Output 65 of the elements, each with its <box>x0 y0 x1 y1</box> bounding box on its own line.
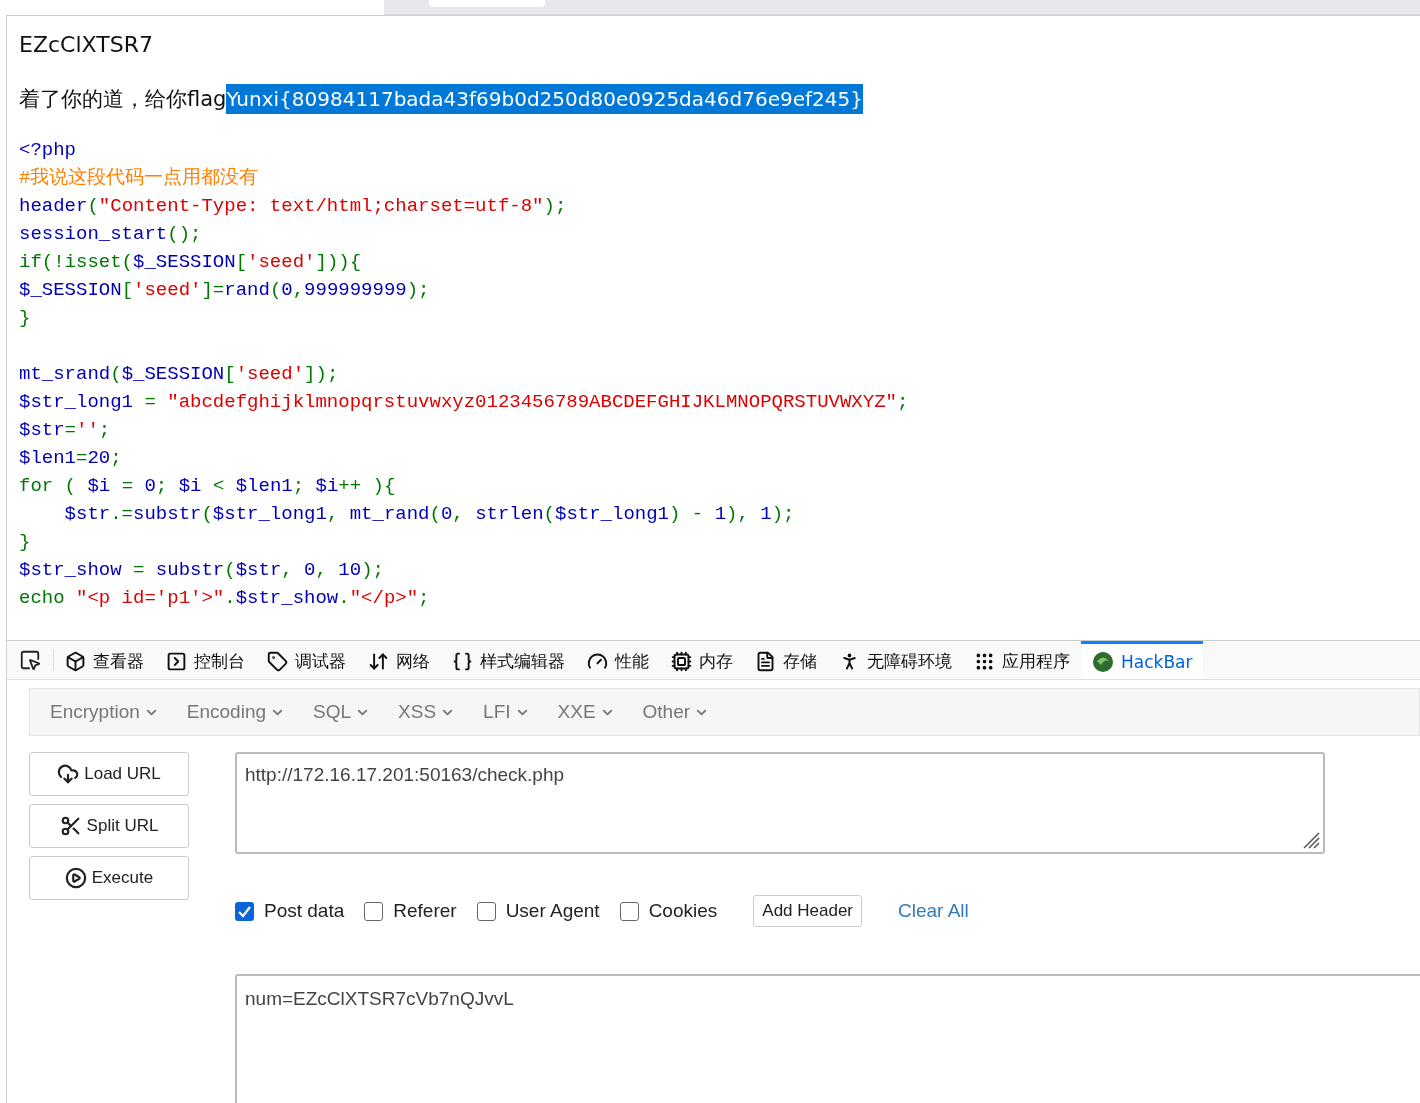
action-button[interactable]: Split URL <box>29 804 189 848</box>
menu-dropdown[interactable]: Other <box>630 701 722 723</box>
grid-icon <box>974 651 995 672</box>
clear-all-link[interactable]: Clear All <box>898 900 969 922</box>
play-icon <box>64 867 87 889</box>
hackbar-logo-icon <box>1092 650 1114 673</box>
selected-flag-text: Yunxi{80984117bada43f69b0d250d80e0925da46d76e9ef245} <box>226 84 863 114</box>
menu-dropdown[interactable]: SQL <box>301 701 383 723</box>
tag-icon <box>267 651 288 672</box>
code-line: if(!isset($_SESSION['seed'])){ <box>19 251 362 273</box>
action-button[interactable]: Execute <box>29 856 189 900</box>
braces-icon <box>452 651 473 672</box>
devtools-tab[interactable]: 调试器 <box>256 641 357 679</box>
checkbox-label: User Agent <box>505 900 600 922</box>
output-text: EZcClXTSR7 <box>19 31 154 59</box>
scissors-icon <box>59 815 82 837</box>
devtools-tab[interactable]: 控制台 <box>155 641 256 679</box>
box-icon <box>65 651 86 672</box>
menu-dropdown[interactable]: Encoding <box>174 701 297 723</box>
code-line: #我说这段代码一点用都没有 <box>19 167 259 189</box>
code-line: echo "<p id='p1'>".$str_show."</p>"; <box>19 587 430 609</box>
code-line: } <box>19 307 31 329</box>
console-icon <box>166 651 187 672</box>
code-line: for ( $i = 0; $i < $len1; $i++ ){ <box>19 475 396 497</box>
chip-icon <box>671 651 692 672</box>
checkbox[interactable] <box>619 901 639 921</box>
menu-dropdown[interactable]: XSS <box>386 701 468 723</box>
checkbox[interactable] <box>476 901 496 921</box>
devtools-tab[interactable]: 网络 <box>357 641 441 679</box>
checkbox[interactable] <box>364 901 384 921</box>
menu-dropdown[interactable]: Encryption <box>38 701 171 723</box>
devtools-tab[interactable]: 无障碍环境 <box>828 641 963 679</box>
cloud-download-icon <box>57 763 80 785</box>
code-line: $len1=20; <box>19 447 122 469</box>
code-line: mt_srand($_SESSION['seed']); <box>19 363 339 385</box>
checkbox-label: Referer <box>393 900 457 922</box>
checkbox[interactable] <box>235 901 254 921</box>
gauge-icon <box>587 651 608 672</box>
checkbox-label: Post data <box>264 900 345 922</box>
devtools-tab[interactable]: 内存 <box>660 641 744 679</box>
menu-dropdown[interactable]: XXE <box>545 701 627 723</box>
menu-dropdown[interactable]: LFI <box>471 701 542 723</box>
checkbox-label: Cookies <box>648 900 718 922</box>
code-line: <?php <box>19 139 76 161</box>
devtools-tab[interactable]: 性能 <box>576 641 660 679</box>
code-line: header("Content-Type: text/html;charset=utf-8"); <box>19 195 567 217</box>
url-field[interactable]: http://172.16.17.201:50163/check.php <box>235 752 1325 854</box>
devtools-tab[interactable]: 样式编辑器 <box>441 641 576 679</box>
add-header-button[interactable]: Add Header <box>753 895 863 927</box>
document-icon <box>755 651 776 672</box>
code-line: $str_long1 = "abcdefghijklmnopqrstuvwxyz0123456789ABCDEFGHIJKLMNOPQRSTUVWXYZ"; <box>19 391 909 413</box>
post-data-field[interactable]: num=EZcClXTSR7cVb7nQJvvL <box>235 974 1420 1103</box>
code-line: session_start(); <box>19 223 202 245</box>
devtools-tab[interactable]: 应用程序 <box>963 641 1081 679</box>
code-line: $str=''; <box>19 419 111 441</box>
element-picker-icon[interactable] <box>19 649 41 671</box>
devtools-tab[interactable]: 存储 <box>744 641 828 679</box>
code-line: $_SESSION['seed']=rand(0,999999999); <box>19 279 430 301</box>
code-line: } <box>19 531 31 553</box>
arrows-icon <box>368 651 389 672</box>
code-line: $str.=substr($str_long1, mt_rand(0, strlen($str_long1) - 1), 1); <box>63 503 795 525</box>
devtools-tab[interactable]: 查看器 <box>54 641 155 679</box>
action-button[interactable]: Load URL <box>29 752 189 796</box>
code-line: $str_show = substr($str, 0, 10); <box>19 559 384 581</box>
devtools-tab[interactable]: HackBar <box>1081 641 1204 679</box>
